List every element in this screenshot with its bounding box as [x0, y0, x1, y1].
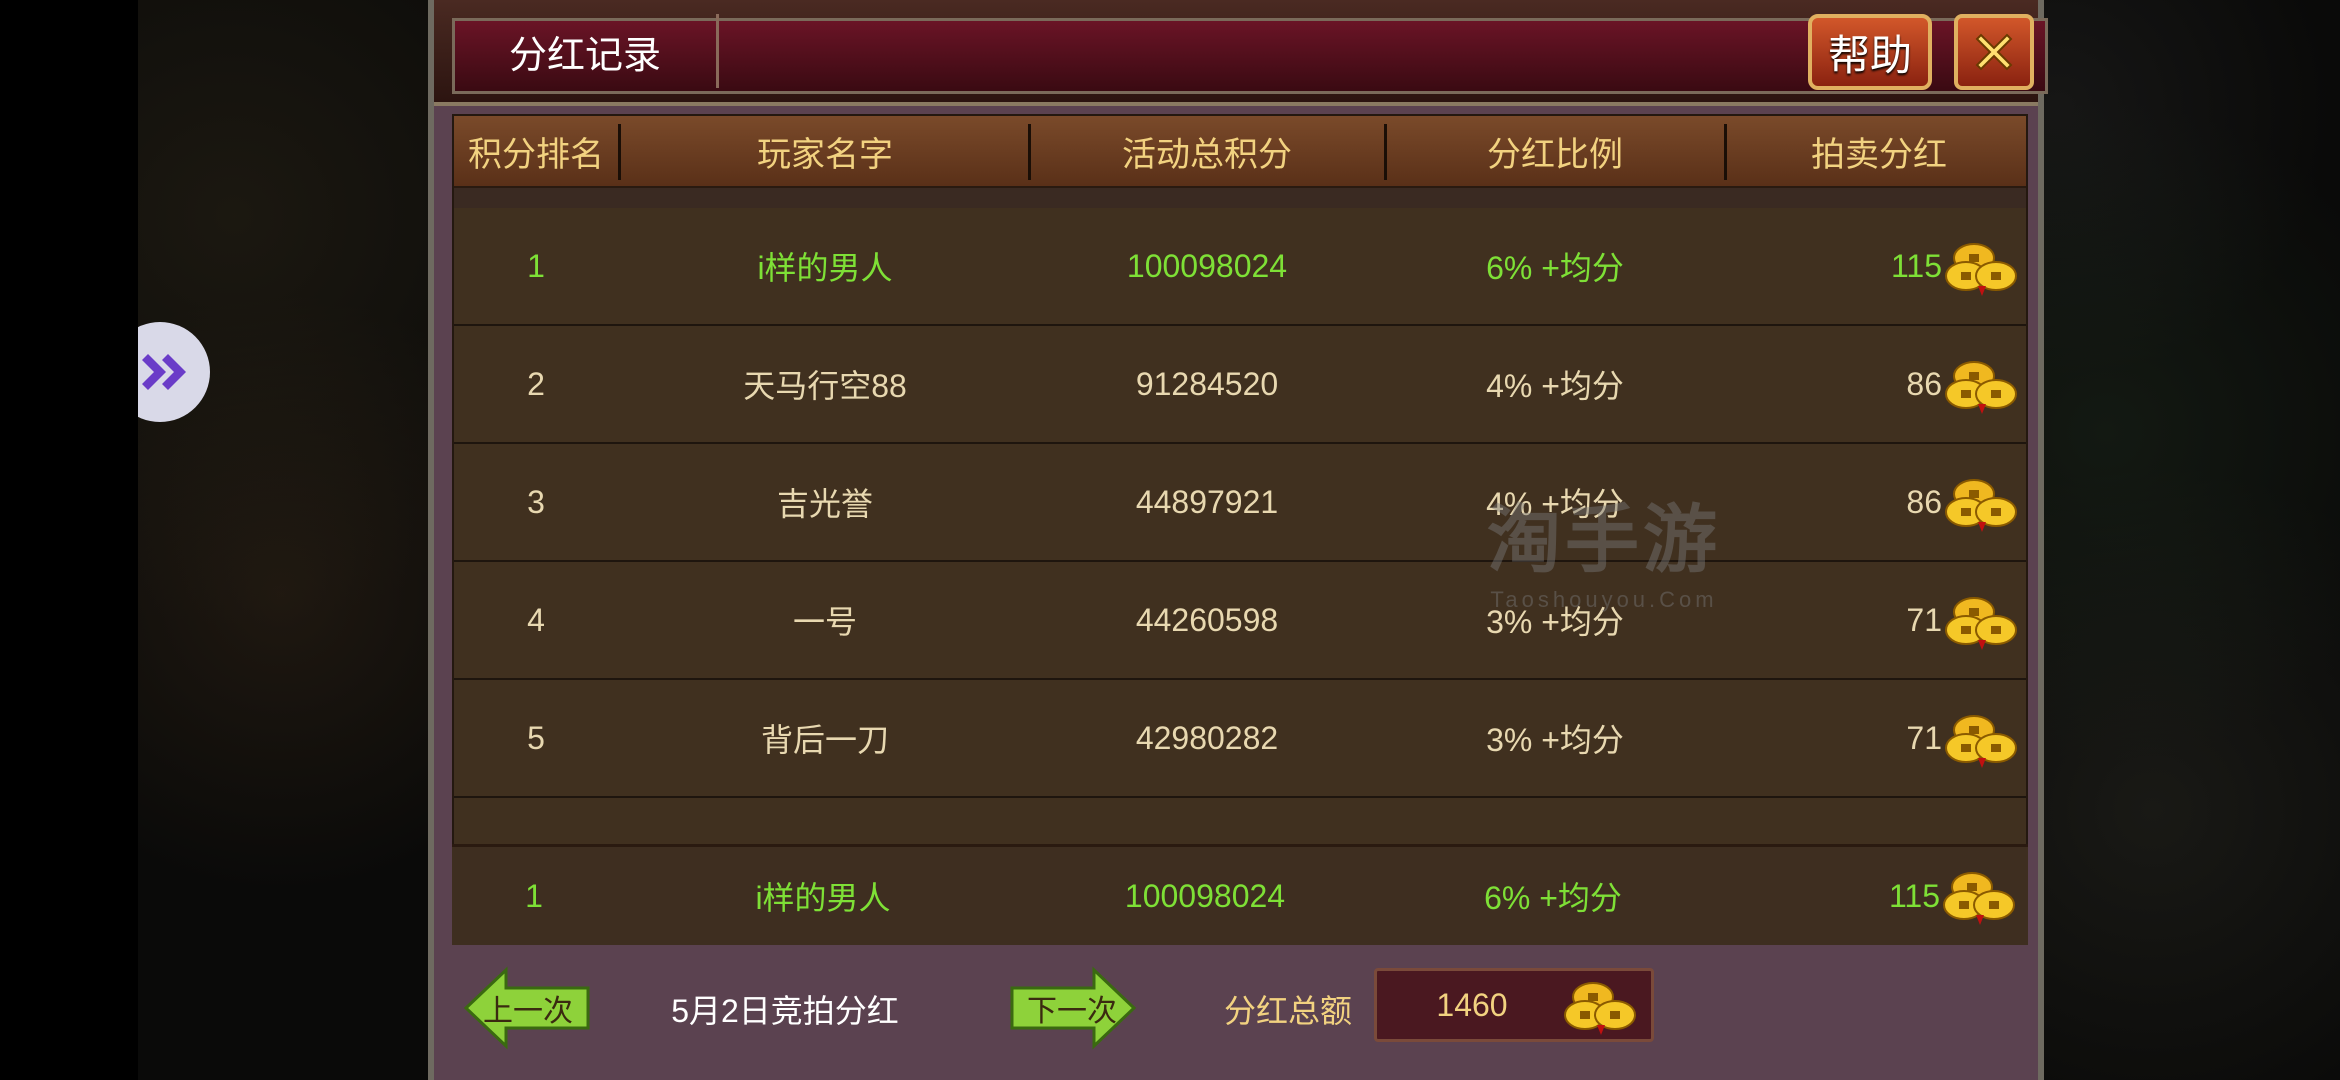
bonus-value: 115 [1888, 877, 1940, 914]
rank-cell: 4 [527, 601, 545, 638]
score-cell: 100098024 [1124, 877, 1286, 914]
bonus-cell: 86 [1728, 326, 2026, 442]
bonus-value: 115 [1890, 247, 1942, 284]
gold-coin-icon [1945, 715, 2017, 769]
prev-button-label: 上一次 [483, 995, 573, 1028]
ranking-table: 积分排名 玩家名字 活动总积分 分红比例 拍卖分红 1 i样的男人 100098… [452, 114, 2028, 942]
table-row: 5 背后一刀 42980282 3% +均分 71 [454, 680, 2026, 798]
gold-coin-icon [1945, 479, 2017, 533]
score-cell: 42980282 [1135, 719, 1279, 756]
total-dividend-value: 1460 [1436, 986, 1508, 1023]
close-icon [1975, 33, 2013, 71]
header-divider [1724, 124, 1727, 180]
bonus-cell: 71 [1728, 680, 2026, 796]
player-name-cell: i样的男人 [757, 250, 893, 286]
next-button-label: 下一次 [1027, 995, 1117, 1028]
footer-bar: 上一次 5月2日竞拍分红 下一次 分红总额 1460 [434, 946, 2038, 1080]
title-bar: 分红记录 帮助 [434, 0, 2048, 106]
header-divider [1384, 124, 1387, 180]
gold-coin-icon [1564, 982, 1636, 1036]
prev-button[interactable]: 上一次 [462, 966, 594, 1050]
left-black-bar [0, 0, 138, 1080]
bonus-cell: 115 [1726, 847, 2028, 945]
header-divider [618, 124, 621, 180]
header-total-score: 活动总积分 [1122, 135, 1292, 174]
header-divider [1028, 124, 1031, 180]
close-button[interactable] [1954, 14, 2034, 90]
rank-cell: 2 [527, 365, 545, 402]
bonus-value: 86 [1906, 483, 1942, 520]
table-row: 1 i样的男人 100098024 6% +均分 115 [454, 208, 2026, 326]
ratio-cell: 6% +均分 [1486, 250, 1624, 286]
header-auction-dividend: 拍卖分红 [1811, 135, 1947, 174]
my-rank-row: 1 i样的男人 100098024 6% +均分 115 [452, 844, 2028, 945]
ratio-cell: 4% +均分 [1486, 368, 1624, 404]
score-cell: 44897921 [1135, 483, 1279, 520]
dialog-title: 分红记录 [454, 14, 719, 88]
gold-coin-icon [1943, 872, 2015, 926]
total-dividend-label: 分红总额 [1224, 993, 1353, 1029]
bonus-value: 71 [1906, 601, 1942, 638]
total-dividend-box: 1460 [1374, 968, 1654, 1042]
next-button[interactable]: 下一次 [1006, 966, 1138, 1050]
forward-arrows-icon [142, 354, 186, 390]
ratio-cell: 3% +均分 [1486, 722, 1624, 758]
gold-coin-icon [1945, 243, 2017, 297]
player-name-cell: 背后一刀 [760, 722, 889, 758]
watermark: 淘手游 Taoshouyou.Com [1474, 480, 1734, 613]
rank-cell: 3 [527, 483, 545, 520]
player-name-cell: 一号 [792, 604, 857, 640]
bonus-cell: 115 [1728, 208, 2026, 324]
rank-cell: 1 [527, 247, 545, 284]
header-player-name: 玩家名字 [757, 135, 893, 174]
dividend-record-dialog: 分红记录 帮助 积分排名 玩家名字 活动总积分 分红比例 拍卖分红 1 i样的男… [428, 0, 2048, 1080]
help-button[interactable]: 帮助 [1808, 14, 1932, 90]
rank-cell: 5 [527, 719, 545, 756]
table-row: 4 一号 44260598 3% +均分 71 [454, 562, 2026, 680]
watermark-logo-text: 淘手游 [1487, 498, 1721, 581]
gold-coin-icon [1945, 597, 2017, 651]
bonus-value: 71 [1906, 719, 1942, 756]
score-cell: 100098024 [1126, 247, 1288, 284]
ratio-cell: 6% +均分 [1484, 880, 1622, 916]
player-name-cell: i样的男人 [755, 880, 891, 916]
rank-cell: 1 [525, 877, 543, 914]
round-date-label: 5月2日竞拍分红 [671, 993, 899, 1029]
player-name-cell: 天马行空88 [743, 368, 907, 404]
bonus-cell: 86 [1728, 444, 2026, 560]
score-cell: 91284520 [1135, 365, 1279, 402]
table-row: 2 天马行空88 91284520 4% +均分 86 [454, 326, 2026, 444]
bonus-cell: 71 [1728, 562, 2026, 678]
header-rank: 积分排名 [468, 135, 604, 174]
table-header: 积分排名 玩家名字 活动总积分 分红比例 拍卖分红 [454, 116, 2026, 188]
gold-coin-icon [1945, 361, 2017, 415]
watermark-url: Taoshouyou.Com [1490, 587, 1718, 612]
header-dividend-ratio: 分红比例 [1487, 135, 1623, 174]
score-cell: 44260598 [1135, 601, 1279, 638]
table-row: 3 吉光誉 44897921 4% +均分 86 [454, 444, 2026, 562]
bonus-value: 86 [1906, 365, 1942, 402]
player-name-cell: 吉光誉 [776, 486, 873, 522]
